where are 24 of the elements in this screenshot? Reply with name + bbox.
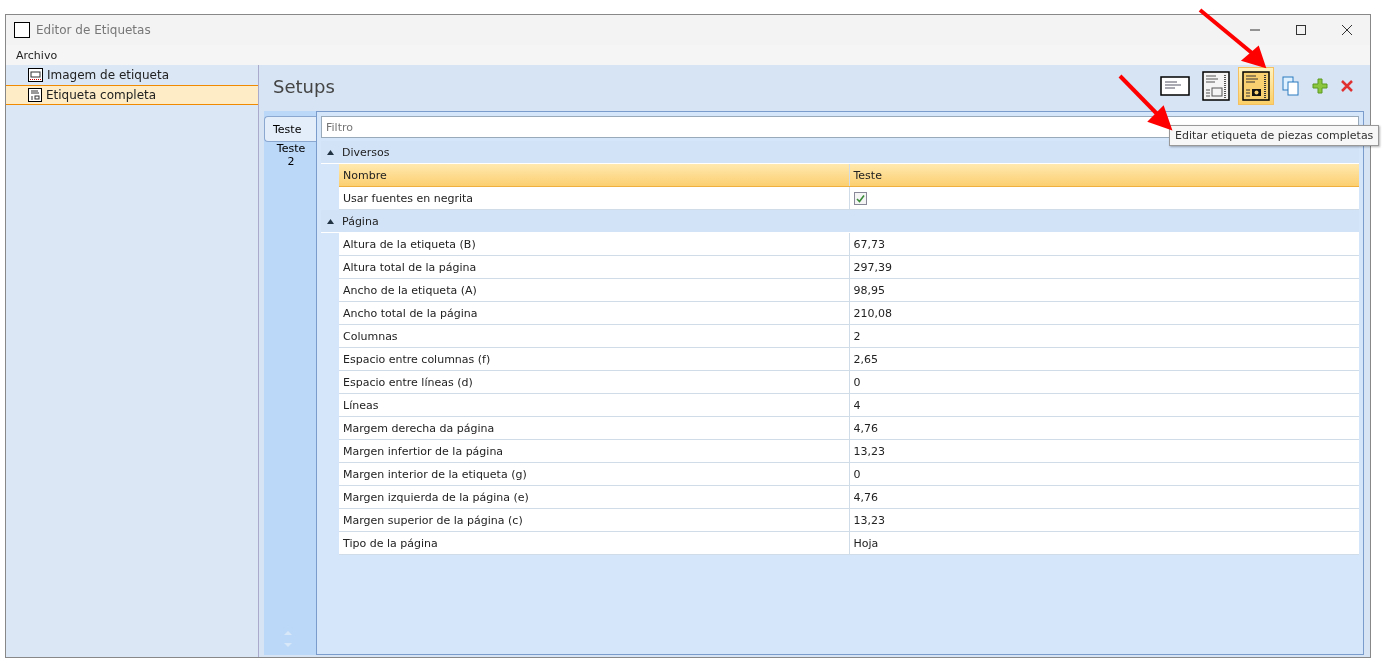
- property-name: Tipo de la página: [339, 532, 850, 554]
- property-name: Espacio entre líneas (d): [339, 371, 850, 393]
- column-header: Nombre: [339, 164, 850, 186]
- tree-item-label: Etiqueta completa: [46, 88, 157, 102]
- group-title: Diversos: [342, 145, 390, 159]
- tree-item-label: Imagem de etiqueta: [47, 68, 169, 82]
- property-name: Ancho total de la página: [339, 302, 850, 324]
- property-name: Margem derecha da página: [339, 417, 850, 439]
- property-name: Usar fuentes en negrita: [339, 187, 850, 209]
- property-name: Altura de la etiqueta (B): [339, 233, 850, 255]
- property-name: Ancho de la etiqueta (A): [339, 279, 850, 301]
- property-name: Altura total de la página: [339, 256, 850, 278]
- panel-title: Setups: [273, 75, 336, 97]
- property-name: Margen infertior de la página: [339, 440, 850, 462]
- group-title: Página: [342, 214, 379, 228]
- property-name: Margen izquierda de la página (e): [339, 486, 850, 508]
- tooltip: Editar etiqueta de piezas completas: [1169, 125, 1380, 146]
- window-title: Editor de Etiquetas: [36, 23, 152, 37]
- column-header: Teste: [852, 167, 883, 184]
- property-name: Espacio entre columnas (f): [339, 348, 850, 370]
- property-name: Columnas: [339, 325, 850, 347]
- property-name: Margen superior de la página (c): [339, 509, 850, 531]
- property-name: Líneas: [339, 394, 850, 416]
- property-name: Margen interior de la etiqueta (g): [339, 463, 850, 485]
